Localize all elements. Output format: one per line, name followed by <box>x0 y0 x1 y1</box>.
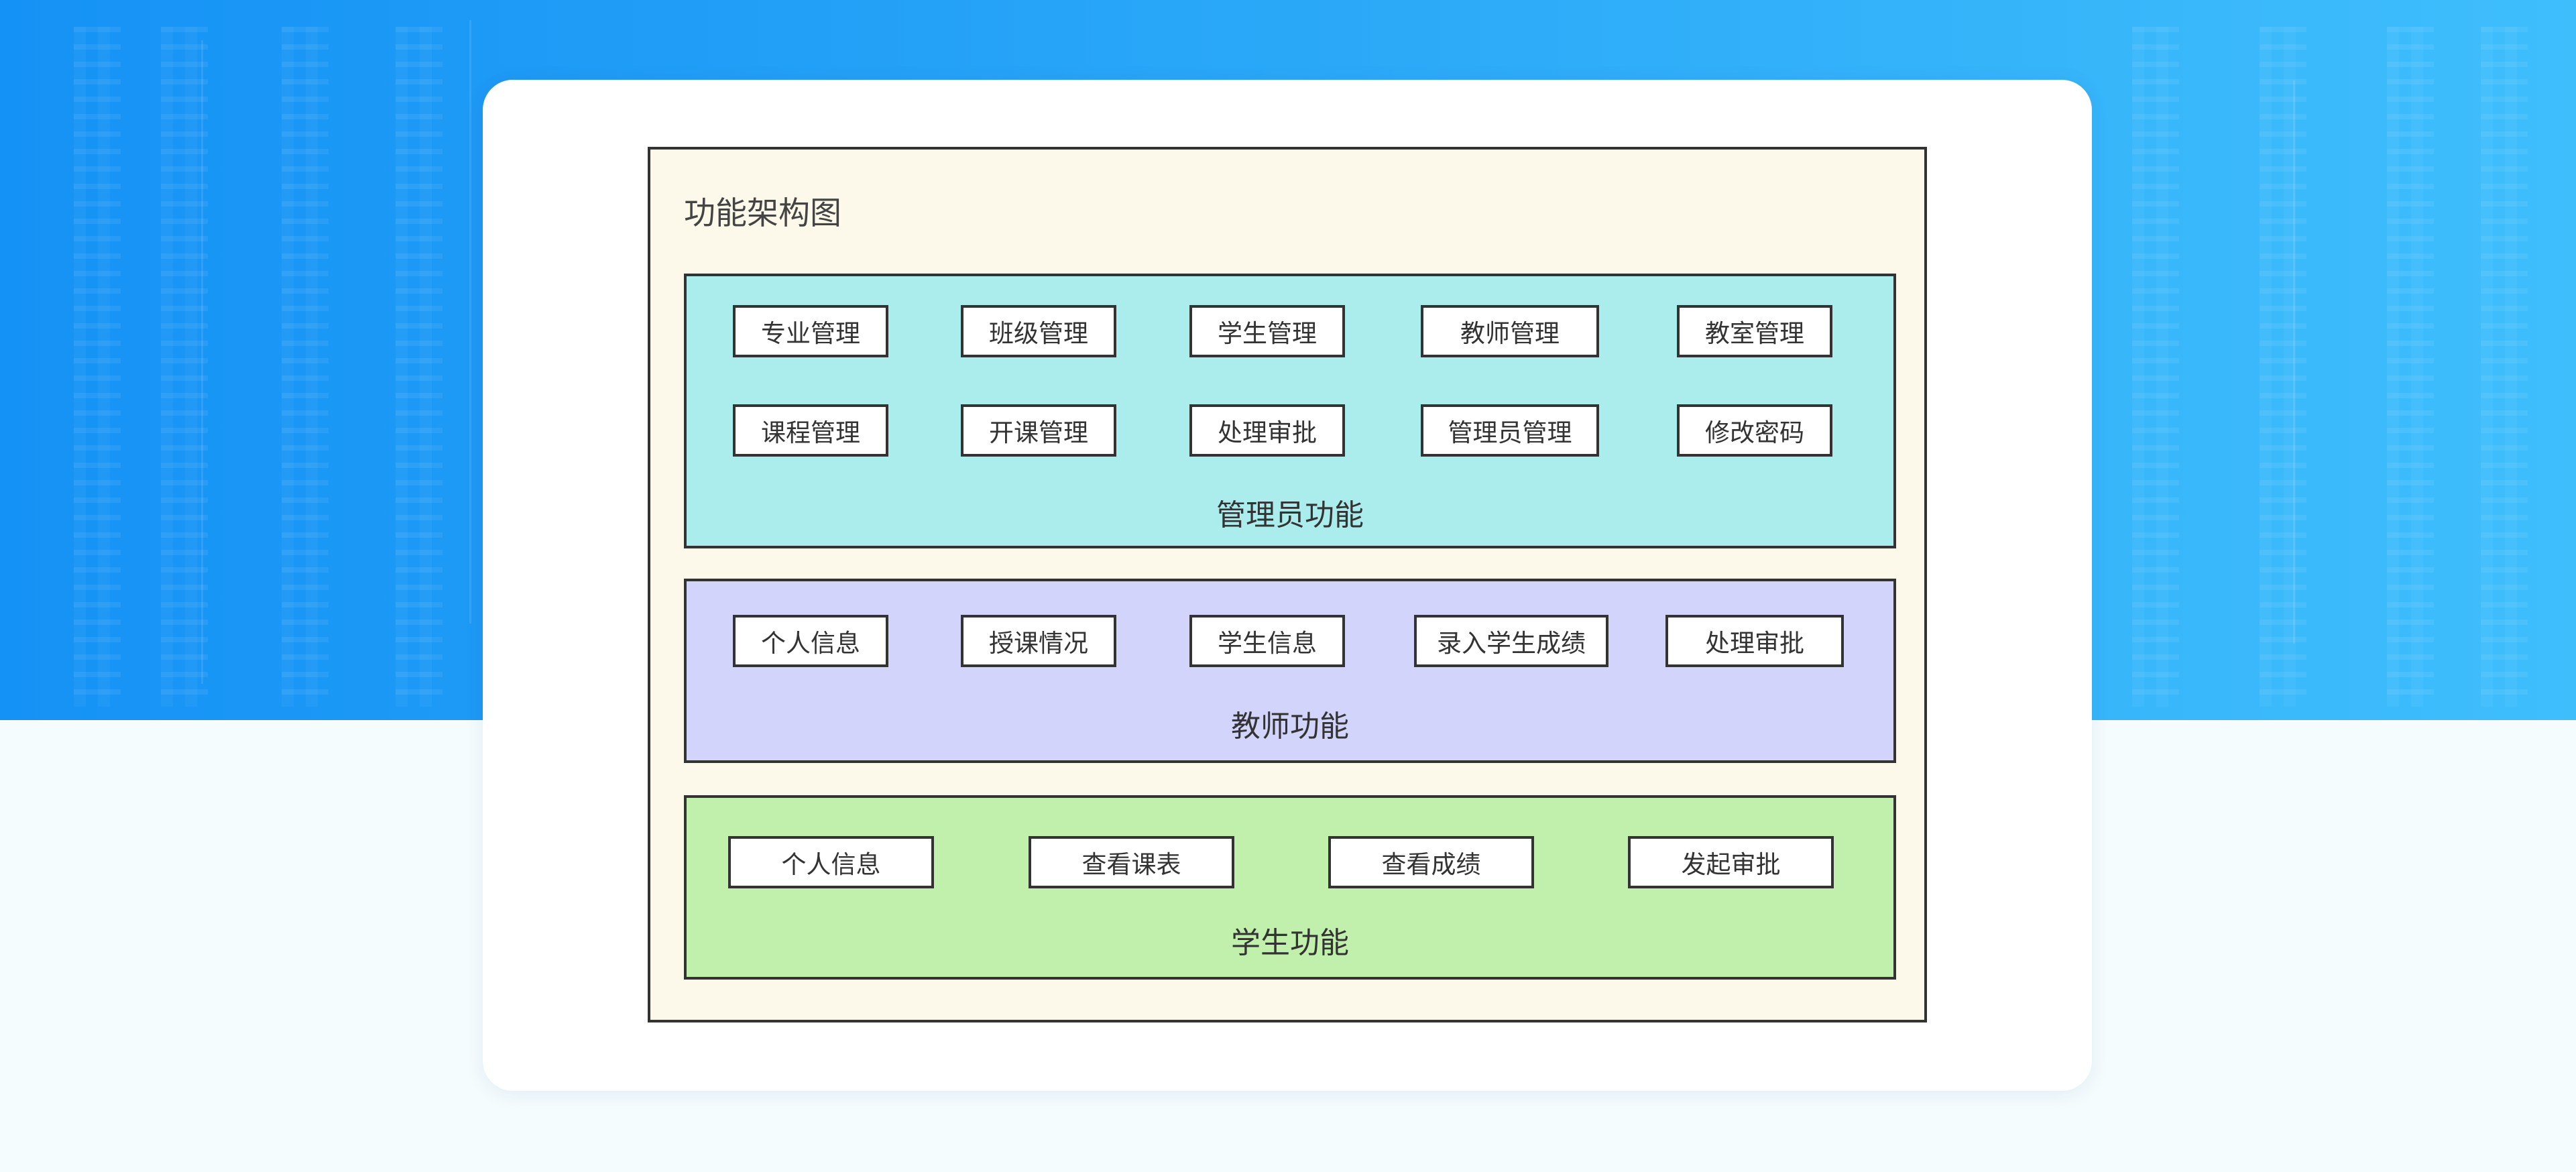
node-student-3: 发起审批 <box>1628 836 1834 888</box>
group-label-admin: 管理员功能 <box>1216 498 1364 532</box>
node-student-1: 查看课表 <box>1029 836 1234 888</box>
node-student-0: 个人信息 <box>728 836 934 888</box>
diagram-title: 功能架构图 <box>684 195 841 232</box>
group-admin-functions: 专业管理 班级管理 学生管理 教师管理 教室管理 课程管理 开课管理 处理审批 … <box>684 274 1896 548</box>
node-admin-4: 教室管理 <box>1677 305 1832 357</box>
node-admin-0: 专业管理 <box>733 305 888 357</box>
node-admin-2: 学生管理 <box>1189 305 1345 357</box>
group-student-functions: 个人信息 查看课表 查看成绩 发起审批 学生功能 <box>684 795 1896 980</box>
node-teacher-0: 个人信息 <box>733 615 888 667</box>
decorative-line <box>469 20 471 624</box>
decorative-line <box>201 40 203 684</box>
group-label-student: 学生功能 <box>1231 926 1349 960</box>
node-admin-7: 处理审批 <box>1189 404 1345 457</box>
node-admin-8: 管理员管理 <box>1421 404 1599 457</box>
decorative-pattern <box>282 27 329 707</box>
decorative-pattern <box>2260 27 2306 707</box>
group-label-teacher: 教师功能 <box>1231 709 1349 744</box>
node-admin-9: 修改密码 <box>1677 404 1832 457</box>
node-teacher-1: 授课情况 <box>961 615 1116 667</box>
node-student-2: 查看成绩 <box>1328 836 1534 888</box>
decorative-pattern <box>2481 27 2528 707</box>
decorative-pattern <box>2387 27 2434 707</box>
node-teacher-4: 处理审批 <box>1665 615 1844 667</box>
node-admin-3: 教师管理 <box>1421 305 1599 357</box>
node-teacher-3: 录入学生成绩 <box>1414 615 1608 667</box>
node-admin-1: 班级管理 <box>961 305 1116 357</box>
node-teacher-2: 学生信息 <box>1189 615 1345 667</box>
node-admin-5: 课程管理 <box>733 404 888 457</box>
decorative-pattern <box>2132 27 2179 707</box>
architecture-diagram: 功能架构图 专业管理 班级管理 学生管理 教师管理 教室管理 课程管理 开课管理… <box>648 147 1927 1022</box>
decorative-pattern <box>74 27 121 707</box>
decorative-pattern <box>396 27 443 707</box>
decorative-line <box>2293 80 2295 644</box>
group-teacher-functions: 个人信息 授课情况 学生信息 录入学生成绩 处理审批 教师功能 <box>684 579 1896 763</box>
node-admin-6: 开课管理 <box>961 404 1116 457</box>
